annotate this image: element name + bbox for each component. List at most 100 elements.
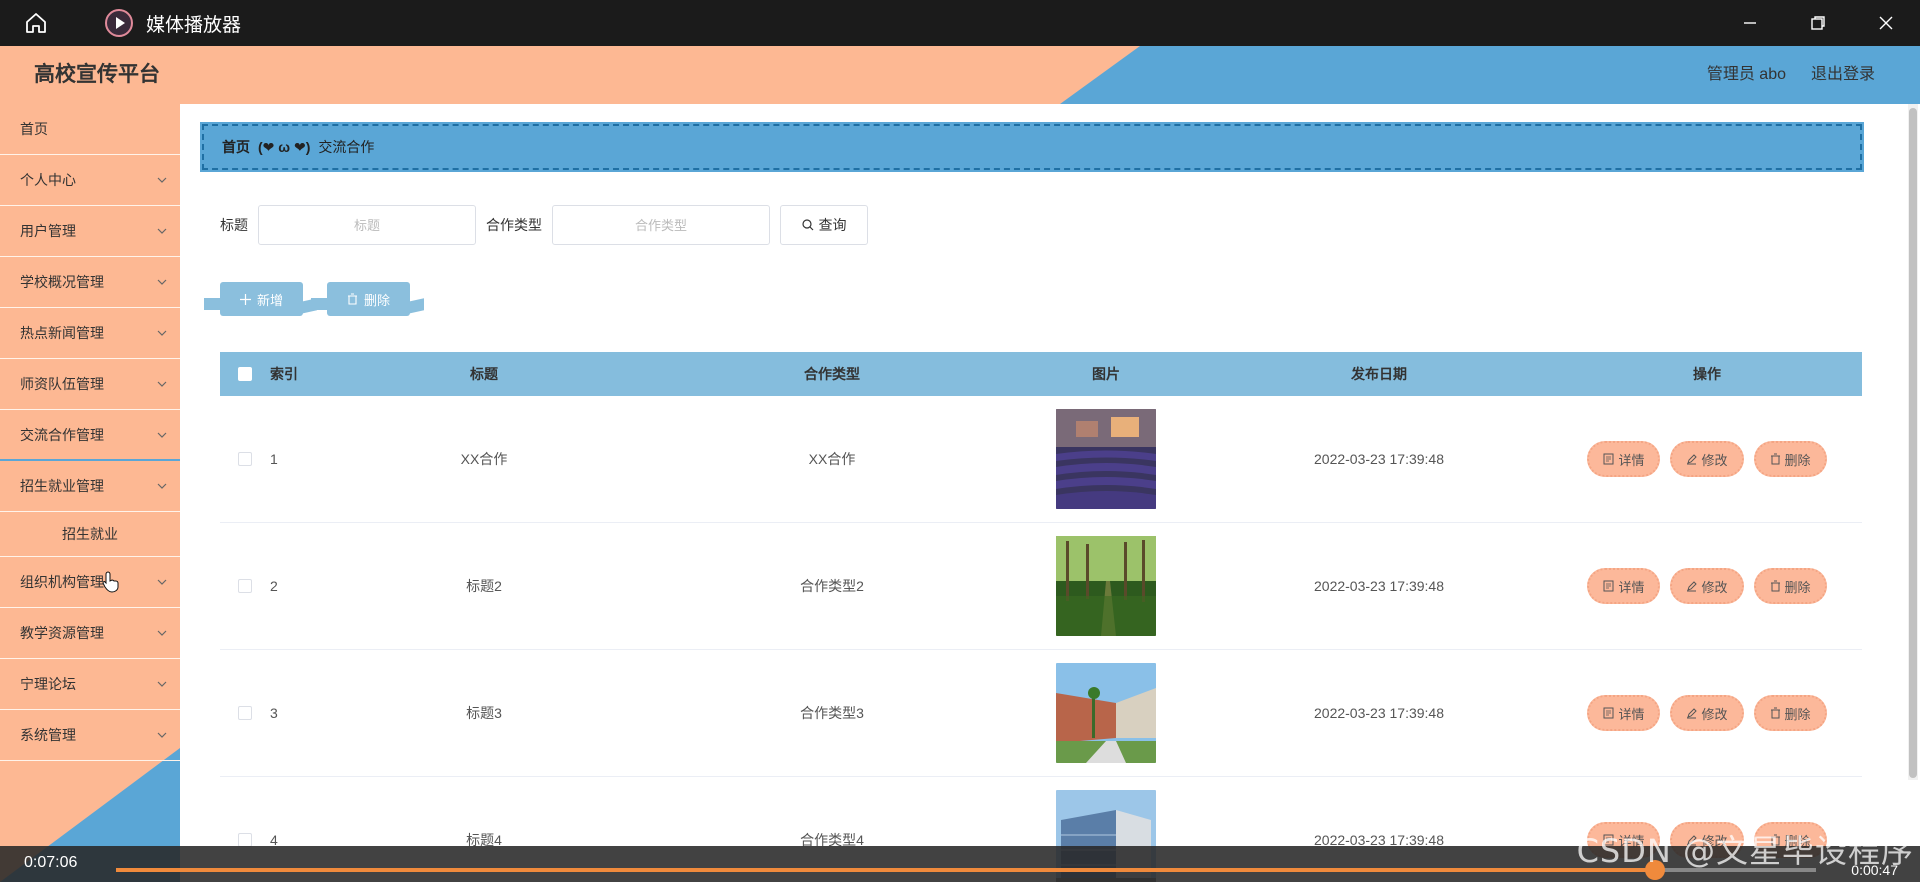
sidebar-item-label: 系统管理 — [20, 727, 76, 743]
row-title: 标题3 — [466, 705, 502, 721]
sidebar-item-home[interactable]: 首页 — [0, 104, 180, 155]
breadcrumb-separator: (❤ ω ❤) — [258, 138, 311, 155]
sidebar-subitem-admissions[interactable]: 招生就业 — [0, 512, 180, 557]
scrollbar-thumb[interactable] — [1909, 108, 1917, 778]
delete-button-label: 删除 — [1784, 579, 1811, 595]
detail-button[interactable]: 详情 — [1587, 695, 1661, 731]
auditorium-photo[interactable] — [1056, 409, 1156, 509]
progress-bar[interactable] — [116, 860, 1816, 880]
query-button[interactable]: 查询 — [780, 205, 868, 245]
chevron-down-icon — [157, 330, 167, 336]
sidebar-item-exchange-cooperation[interactable]: 交流合作管理 — [0, 410, 180, 461]
table-header: 索引 标题 合作类型 图片 发布日期 操作 — [220, 352, 1862, 396]
site-title: 高校宣传平台 — [34, 63, 160, 86]
type-filter-label: 合作类型 — [486, 217, 542, 233]
page-scrollbar[interactable] — [1908, 104, 1918, 780]
edit-button[interactable]: 修改 — [1670, 695, 1744, 731]
search-icon — [801, 219, 813, 231]
breadcrumb: 首页 (❤ ω ❤) 交流合作 — [200, 122, 1864, 172]
edit-button[interactable]: 修改 — [1670, 568, 1744, 604]
chevron-down-icon — [157, 228, 167, 234]
campus-building-photo[interactable] — [1056, 663, 1156, 763]
trash-icon — [348, 293, 358, 305]
restore-icon[interactable] — [1784, 0, 1852, 46]
row-checkbox[interactable] — [238, 706, 252, 720]
pencil-icon — [1687, 454, 1698, 465]
breadcrumb-current: 交流合作 — [318, 139, 375, 155]
row-checkbox[interactable] — [238, 579, 252, 593]
sidebar-item-label: 用户管理 — [20, 223, 76, 239]
sidebar-item-teaching-resources[interactable]: 教学资源管理 — [0, 608, 180, 659]
sidebar: 首页 个人中心 用户管理 学校概况管理 热点新闻管理 师资队伍管理 交流合作管理… — [0, 104, 180, 882]
row-type: 合作类型2 — [800, 578, 864, 594]
sidebar-item-admissions-employment[interactable]: 招生就业管理 — [0, 461, 180, 512]
query-button-label: 查询 — [818, 217, 847, 233]
home-icon[interactable] — [18, 5, 54, 41]
type-search-input[interactable] — [552, 205, 770, 245]
detail-button-label: 详情 — [1618, 452, 1645, 468]
detail-button[interactable]: 详情 — [1587, 568, 1661, 604]
sidebar-item-organization[interactable]: 组织机构管理 — [0, 557, 180, 608]
trash-icon — [1770, 453, 1780, 465]
trash-icon — [1770, 707, 1780, 719]
header-accent — [0, 46, 1140, 104]
sidebar-item-forum[interactable]: 宁理论坛 — [0, 659, 180, 710]
edit-button[interactable]: 修改 — [1670, 441, 1744, 477]
table-row: 3 标题3 合作类型3 2022-03-23 17:39:48 详情 修改 删除 — [220, 650, 1862, 777]
delete-button-label: 删除 — [1784, 452, 1811, 468]
breadcrumb-home[interactable]: 首页 — [222, 137, 250, 157]
row-checkbox[interactable] — [238, 452, 252, 466]
document-icon — [1603, 707, 1614, 719]
row-type: 合作类型3 — [800, 705, 864, 721]
add-button[interactable]: 新增 — [203, 282, 304, 316]
chevron-down-icon — [157, 579, 167, 585]
detail-button-label: 详情 — [1618, 706, 1645, 722]
plus-icon — [240, 293, 251, 305]
chevron-down-icon — [157, 732, 167, 738]
hand-cursor-icon — [102, 571, 119, 593]
sidebar-item-system[interactable]: 系统管理 — [0, 710, 180, 761]
sidebar-item-label: 首页 — [20, 121, 48, 137]
add-button-label: 新增 — [257, 292, 284, 308]
column-header-type: 合作类型 — [804, 366, 860, 382]
sidebar-item-hot-news[interactable]: 热点新闻管理 — [0, 308, 180, 359]
media-player-logo-icon — [104, 8, 134, 38]
pencil-icon — [1687, 581, 1698, 592]
close-icon[interactable] — [1852, 0, 1920, 46]
pencil-icon — [1687, 708, 1698, 719]
sidebar-item-faculty[interactable]: 师资队伍管理 — [0, 359, 180, 410]
trash-icon — [1770, 580, 1780, 592]
sidebar-item-label: 个人中心 — [20, 172, 76, 188]
row-date: 2022-03-23 17:39:48 — [1314, 705, 1444, 721]
row-date: 2022-03-23 17:39:48 — [1314, 578, 1444, 594]
delete-button[interactable]: 删除 — [1753, 695, 1827, 731]
document-icon — [1603, 453, 1614, 465]
row-title: XX合作 — [460, 451, 508, 467]
row-title: 标题2 — [466, 578, 502, 594]
row-date: 2022-03-23 17:39:48 — [1314, 451, 1444, 467]
row-checkbox[interactable] — [238, 833, 252, 847]
sidebar-item-user-management[interactable]: 用户管理 — [0, 206, 180, 257]
sidebar-item-school-overview[interactable]: 学校概况管理 — [0, 257, 180, 308]
forest-path-photo[interactable] — [1056, 536, 1156, 636]
minimize-icon[interactable] — [1716, 0, 1784, 46]
delete-button[interactable]: 删除 — [1753, 568, 1827, 604]
chevron-down-icon — [157, 483, 167, 489]
row-type: XX合作 — [808, 451, 856, 467]
logout-link[interactable]: 退出登录 — [1811, 46, 1875, 104]
edit-button-label: 修改 — [1701, 579, 1728, 595]
detail-button[interactable]: 详情 — [1587, 441, 1661, 477]
batch-delete-button[interactable]: 删除 — [311, 282, 411, 316]
chevron-down-icon — [157, 681, 167, 687]
sidebar-item-label: 招生就业管理 — [20, 478, 104, 494]
column-header-date: 发布日期 — [1351, 366, 1407, 382]
select-all-checkbox[interactable] — [238, 367, 252, 381]
sidebar-item-personal-center[interactable]: 个人中心 — [0, 155, 180, 206]
chevron-down-icon — [157, 381, 167, 387]
delete-button-label: 删除 — [1784, 706, 1811, 722]
table-row: 1 XX合作 XX合作 2022-03-23 17:39:48 详情 修改 删除 — [220, 396, 1862, 523]
column-header-actions: 操作 — [1693, 366, 1721, 382]
delete-button[interactable]: 删除 — [1753, 441, 1827, 477]
title-search-input[interactable] — [258, 205, 476, 245]
row-index: 1 — [270, 451, 278, 467]
